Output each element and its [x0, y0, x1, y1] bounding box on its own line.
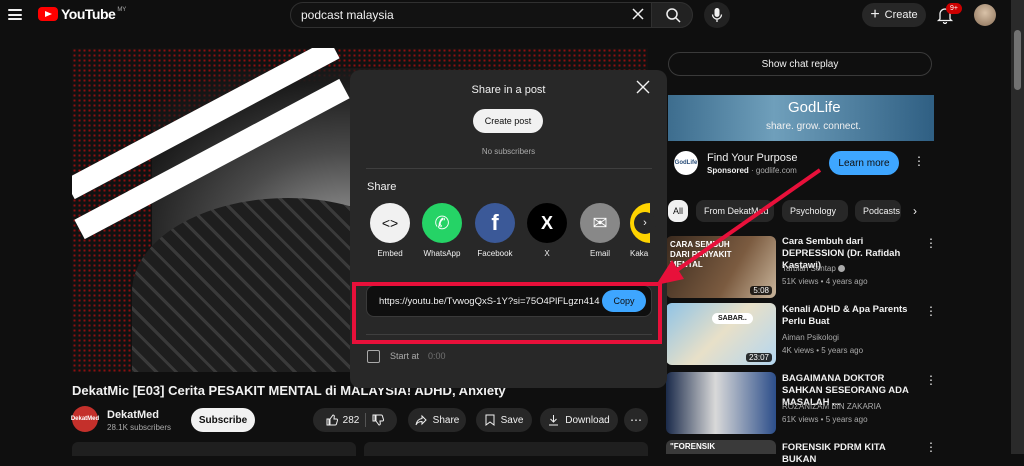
like-dislike-group: 282: [313, 408, 397, 432]
share-target-email[interactable]: ✉ Email: [578, 203, 622, 258]
related-thumbnail[interactable]: "FORENSIK: [666, 440, 776, 454]
related-more-icon[interactable]: ⋮: [925, 236, 937, 250]
whatsapp-glyph: ✆: [434, 212, 450, 233]
video-duration: 23:07: [745, 353, 772, 362]
scrollbar-thumb[interactable]: [1014, 30, 1021, 90]
highlight-box: [352, 282, 662, 344]
related-channel: Aiman Psikologi: [782, 333, 839, 342]
youtube-logo[interactable]: YouTube MY: [38, 6, 126, 22]
related-stats: 61K views • 5 years ago: [782, 415, 868, 424]
like-button[interactable]: 282: [326, 414, 360, 426]
related-more-icon[interactable]: ⋮: [925, 304, 937, 318]
thumbnail-text: SABAR..: [712, 313, 753, 324]
share-target-facebook[interactable]: f Facebook: [473, 203, 517, 258]
like-count: 282: [342, 414, 360, 426]
share-target-label: Email: [589, 249, 610, 258]
related-stats: 4K views • 5 years ago: [782, 346, 864, 355]
subscribe-button[interactable]: Subscribe: [191, 408, 255, 432]
share-target-label: WhatsApp: [423, 249, 461, 258]
share-target-label: Facebook: [477, 249, 513, 258]
embed-icon: <>: [370, 203, 410, 243]
related-thumbnail[interactable]: [666, 372, 776, 434]
whatsapp-icon: ✆: [422, 203, 462, 243]
facebook-glyph: f: [491, 210, 499, 235]
download-label: Download: [565, 414, 610, 426]
ad-banner-image[interactable]: GodLife share. grow. connect.: [668, 95, 934, 141]
chip-podcasts[interactable]: Podcasts: [855, 200, 901, 222]
annotation-arrow-icon: [656, 168, 822, 285]
share-label: Share: [432, 414, 460, 426]
share-target-embed[interactable]: <> Embed: [368, 203, 412, 258]
dislike-button[interactable]: [372, 414, 385, 426]
channel-avatar-text: DekatMed: [70, 416, 100, 422]
download-icon: [549, 415, 559, 426]
create-label: Create: [884, 9, 918, 21]
channel-name[interactable]: DekatMed: [107, 409, 159, 421]
create-post-button[interactable]: Create post: [473, 109, 543, 133]
microphone-icon: [711, 8, 723, 22]
share-heading: Share: [367, 181, 397, 193]
x-glyph: X: [540, 212, 553, 233]
close-dialog-button[interactable]: [636, 80, 650, 97]
search-button[interactable]: [651, 2, 693, 28]
close-icon: [636, 80, 650, 94]
page-scrollbar[interactable]: [1011, 0, 1024, 454]
more-horizontal-icon: ⋯: [630, 413, 642, 427]
share-arrow-icon: [415, 414, 427, 426]
save-label: Save: [500, 414, 524, 426]
show-chat-replay-button[interactable]: Show chat replay: [668, 52, 932, 76]
bookmark-icon: [485, 414, 495, 426]
related-title[interactable]: FORENSIK PDRM KITA BUKAN: [782, 442, 922, 466]
ad-more-icon[interactable]: ⋮: [913, 154, 925, 168]
start-at-label: Start at: [390, 351, 420, 361]
thumbs-down-icon: [372, 414, 385, 426]
embed-glyph: <>: [381, 215, 399, 231]
youtube-play-icon: [38, 7, 58, 21]
share-target-whatsapp[interactable]: ✆ WhatsApp: [420, 203, 464, 258]
save-button[interactable]: Save: [476, 408, 532, 432]
start-at-time[interactable]: 0:00: [428, 351, 446, 361]
clear-search-icon[interactable]: [630, 6, 646, 22]
related-channel: ROZANIZAM BIN ZAKARIA: [782, 402, 882, 411]
email-icon: ✉: [580, 203, 620, 243]
divider: [366, 168, 652, 169]
related-more-icon[interactable]: ⋮: [925, 373, 937, 387]
start-at-checkbox[interactable]: [367, 350, 380, 363]
facebook-icon: f: [475, 203, 515, 243]
search-icon: [666, 8, 681, 23]
search-input[interactable]: podcast malaysia: [290, 2, 652, 28]
related-title[interactable]: Kenali ADHD & Apa Parents Perlu Buat: [782, 304, 922, 328]
share-target-x[interactable]: X X: [525, 203, 569, 258]
share-button[interactable]: Share: [408, 408, 466, 432]
logo-text: YouTube: [61, 6, 116, 22]
related-more-icon[interactable]: ⋮: [925, 440, 937, 454]
share-target-label: Embed: [377, 249, 403, 258]
search-value: podcast malaysia: [301, 8, 394, 22]
plus-icon: +: [870, 6, 880, 23]
download-button[interactable]: Download: [540, 408, 618, 432]
voice-search-button[interactable]: [704, 2, 730, 28]
notification-badge: 9+: [946, 3, 962, 14]
account-avatar[interactable]: [974, 4, 996, 26]
thumbnail-text: "FORENSIK: [670, 442, 716, 451]
region-code: MY: [117, 7, 127, 13]
no-subscribers-note: No subscribers: [481, 147, 536, 156]
ad-banner-title: GodLife: [788, 99, 841, 116]
ad-banner-tagline: share. grow. connect.: [766, 121, 862, 132]
share-target-label: X: [544, 249, 550, 258]
menu-icon[interactable]: [8, 9, 22, 20]
x-logo-icon: X: [527, 203, 567, 243]
thumbs-up-icon: [326, 414, 338, 426]
more-actions-button[interactable]: ⋯: [624, 408, 648, 432]
channel-avatar[interactable]: DekatMed: [70, 406, 100, 432]
chevron-right-icon[interactable]: ›: [913, 204, 917, 218]
email-glyph: ✉: [592, 212, 608, 233]
subscriber-count: 28.1K subscribers: [107, 423, 172, 432]
dialog-title: Share in a post: [471, 84, 546, 96]
create-button[interactable]: + Create: [862, 3, 926, 27]
related-thumbnail[interactable]: SABAR.. 23:07: [666, 303, 776, 365]
